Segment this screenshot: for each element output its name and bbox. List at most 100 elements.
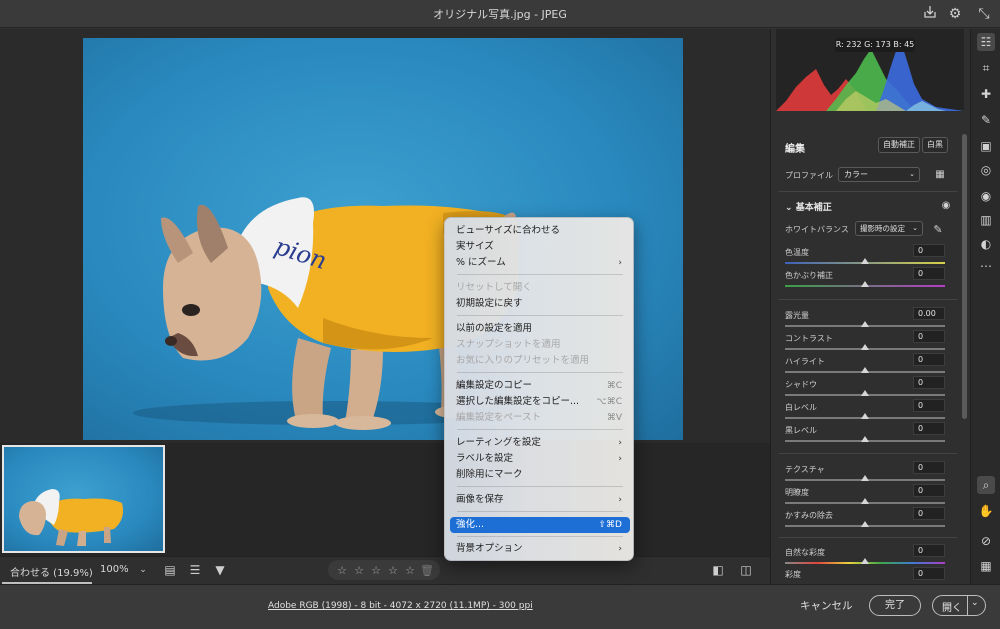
slider-label-temp: 色温度 [785, 248, 809, 257]
eye-icon[interactable]: ◉ [937, 197, 955, 215]
presets-icon[interactable]: ◐ [977, 235, 995, 253]
edit-title: 編集 [785, 144, 805, 155]
window-title: オリジナル写真.jpg - JPEG [433, 8, 567, 21]
filmstrip-view-icon[interactable]: ▤ [162, 562, 178, 578]
menu-item-save-image[interactable]: 画像を保存 › [450, 492, 630, 508]
edit-header: 編集 自動補正 白黒 [771, 134, 961, 156]
hand-icon[interactable]: ✋ [977, 502, 995, 520]
cancel-button[interactable]: キャンセル [800, 598, 853, 613]
slider-knob-blacks[interactable] [861, 436, 869, 442]
slider-knob-vibrance[interactable] [861, 558, 869, 564]
single-view-icon[interactable]: ◧ [710, 562, 726, 578]
slider-knob-exposure[interactable] [861, 321, 869, 327]
crop-icon[interactable]: ⌗ [977, 59, 995, 77]
chevron-down-icon: ⌄ [909, 170, 915, 178]
white-balance-select[interactable]: 撮影時の設定 ⌄ [855, 221, 923, 236]
redeye-icon[interactable]: ◉ [977, 187, 995, 205]
auto-button[interactable]: 自動補正 [878, 137, 920, 153]
slider-value-texture[interactable]: 0 [913, 461, 945, 474]
panel-scrollbar[interactable] [962, 134, 967, 419]
before-after-icon[interactable]: ◫ [738, 562, 754, 578]
profile-select[interactable]: カラー ⌄ [838, 167, 920, 182]
star-1[interactable]: ☆ [335, 564, 349, 577]
radial-icon[interactable]: ◎ [977, 161, 995, 179]
trash-icon[interactable]: 🗑 [420, 564, 434, 577]
sliders-icon[interactable]: ☷ [977, 33, 995, 51]
slider-knob-tint[interactable] [861, 281, 869, 287]
menu-item-fit-view[interactable]: ビューサイズに合わせる [450, 223, 630, 239]
menu-item-copy-selected[interactable]: 選択した編集設定をコピー... ⌥⌘C [450, 394, 630, 410]
slider-value-vibrance[interactable]: 0 [913, 544, 945, 557]
star-5[interactable]: ☆ [403, 564, 417, 577]
gear-icon[interactable]: ⚙ [946, 5, 964, 23]
zoom-fit-button[interactable]: 合わせる (19.9%) [10, 564, 93, 579]
eyedropper-icon[interactable]: ✎ [929, 221, 947, 239]
slider-value-exposure[interactable]: 0.00 [913, 307, 945, 320]
slider-label-dehaze: かすみの除去 [785, 511, 833, 520]
slider-knob-clarity[interactable] [861, 498, 869, 504]
status-bar: Adobe RGB (1998) - 8 bit - 4072 x 2720 (… [0, 584, 1000, 629]
image-canvas[interactable]: pion [0, 29, 770, 443]
menu-item-set-label[interactable]: ラベルを設定 › [450, 451, 630, 467]
basic-section-toggle[interactable]: ⌄ 基本補正 [785, 200, 832, 213]
slider-value-temp[interactable]: 0 [913, 244, 945, 257]
slider-label-blacks: 黒レベル [785, 426, 817, 435]
snapshot-icon[interactable]: ▥ [977, 211, 995, 229]
menu-item-zoom-percent[interactable]: % にズーム › [450, 255, 630, 271]
star-2[interactable]: ☆ [352, 564, 366, 577]
slider-value-blacks[interactable]: 0 [913, 422, 945, 435]
slider-value-contrast[interactable]: 0 [913, 330, 945, 343]
slider-value-dehaze[interactable]: 0 [913, 507, 945, 520]
menu-separator [457, 372, 623, 373]
menu-item-background-options[interactable]: 背景オプション › [450, 541, 630, 557]
menu-item-mark-delete[interactable]: 削除用にマーク [450, 467, 630, 483]
star-3[interactable]: ☆ [369, 564, 383, 577]
more-icon[interactable]: ⋯ [977, 257, 995, 275]
menu-item-paste-settings: 編集設定をペースト ⌘V [456, 412, 622, 423]
chevron-down-icon[interactable]: ⌄ [971, 598, 979, 608]
zoom-100-button[interactable]: 100% [100, 564, 129, 575]
filmstrip-thumbnail[interactable] [2, 445, 165, 553]
heal-icon[interactable]: ✚ [977, 85, 995, 103]
workflow-options-link[interactable]: Adobe RGB (1998) - 8 bit - 4072 x 2720 (… [268, 601, 533, 611]
slider-knob-temp[interactable] [861, 258, 869, 264]
slider-value-saturation[interactable]: 0 [913, 567, 945, 580]
white-balance-label: ホワイトバランス [785, 225, 849, 234]
collapse-icon[interactable]: ⤡ [975, 5, 993, 23]
slider-knob-contrast[interactable] [861, 344, 869, 350]
slider-knob-texture[interactable] [861, 475, 869, 481]
slider-value-shadows[interactable]: 0 [913, 376, 945, 389]
brush-icon[interactable]: ✎ [977, 111, 995, 129]
slider-value-whites[interactable]: 0 [913, 399, 945, 412]
menu-item-set-rating[interactable]: レーティングを設定 › [450, 435, 630, 451]
chevron-right-icon: › [618, 258, 622, 268]
menu-item-actual-size[interactable]: 実サイズ [450, 239, 630, 255]
menu-item-enhance[interactable]: 強化... ⇧⌘D [450, 517, 630, 533]
filter-icon[interactable]: ▼ [212, 562, 228, 578]
done-button[interactable]: 完了 [869, 595, 921, 616]
slider-knob-highlights[interactable] [861, 367, 869, 373]
eyedropper-icon[interactable]: ⊘ [977, 532, 995, 550]
slider-value-clarity[interactable]: 0 [913, 484, 945, 497]
slider-knob-dehaze[interactable] [861, 521, 869, 527]
export-icon[interactable] [921, 5, 939, 23]
slider-knob-whites[interactable] [861, 413, 869, 419]
chevron-right-icon: › [618, 544, 622, 554]
gradient-icon[interactable]: ▣ [977, 137, 995, 155]
chevron-down-icon[interactable]: ⌄ [135, 562, 151, 578]
menu-item-apply-previous[interactable]: 以前の設定を適用 [450, 321, 630, 337]
grid-icon[interactable]: ▦ [977, 557, 995, 575]
bw-button[interactable]: 白黒 [922, 137, 948, 153]
context-menu: ビューサイズに合わせる 実サイズ % にズーム › リセットして開く 初期設定に戻… [444, 217, 634, 561]
menu-item-reset-default[interactable]: 初期設定に戻す [450, 296, 630, 312]
slider-value-highlights[interactable]: 0 [913, 353, 945, 366]
zoom-icon[interactable]: ⌕ [977, 476, 995, 494]
slider-value-tint[interactable]: 0 [913, 267, 945, 280]
slider-knob-shadows[interactable] [861, 390, 869, 396]
sort-icon[interactable]: ☰ [187, 562, 203, 578]
menu-item-copy-settings[interactable]: 編集設定のコピー ⌘C [450, 378, 630, 394]
star-4[interactable]: ☆ [386, 564, 400, 577]
slider-label-whites: 白レベル [785, 403, 817, 412]
open-button[interactable]: 開く ⌄ [932, 595, 986, 616]
profile-browser-icon[interactable]: ▦ [931, 166, 949, 184]
